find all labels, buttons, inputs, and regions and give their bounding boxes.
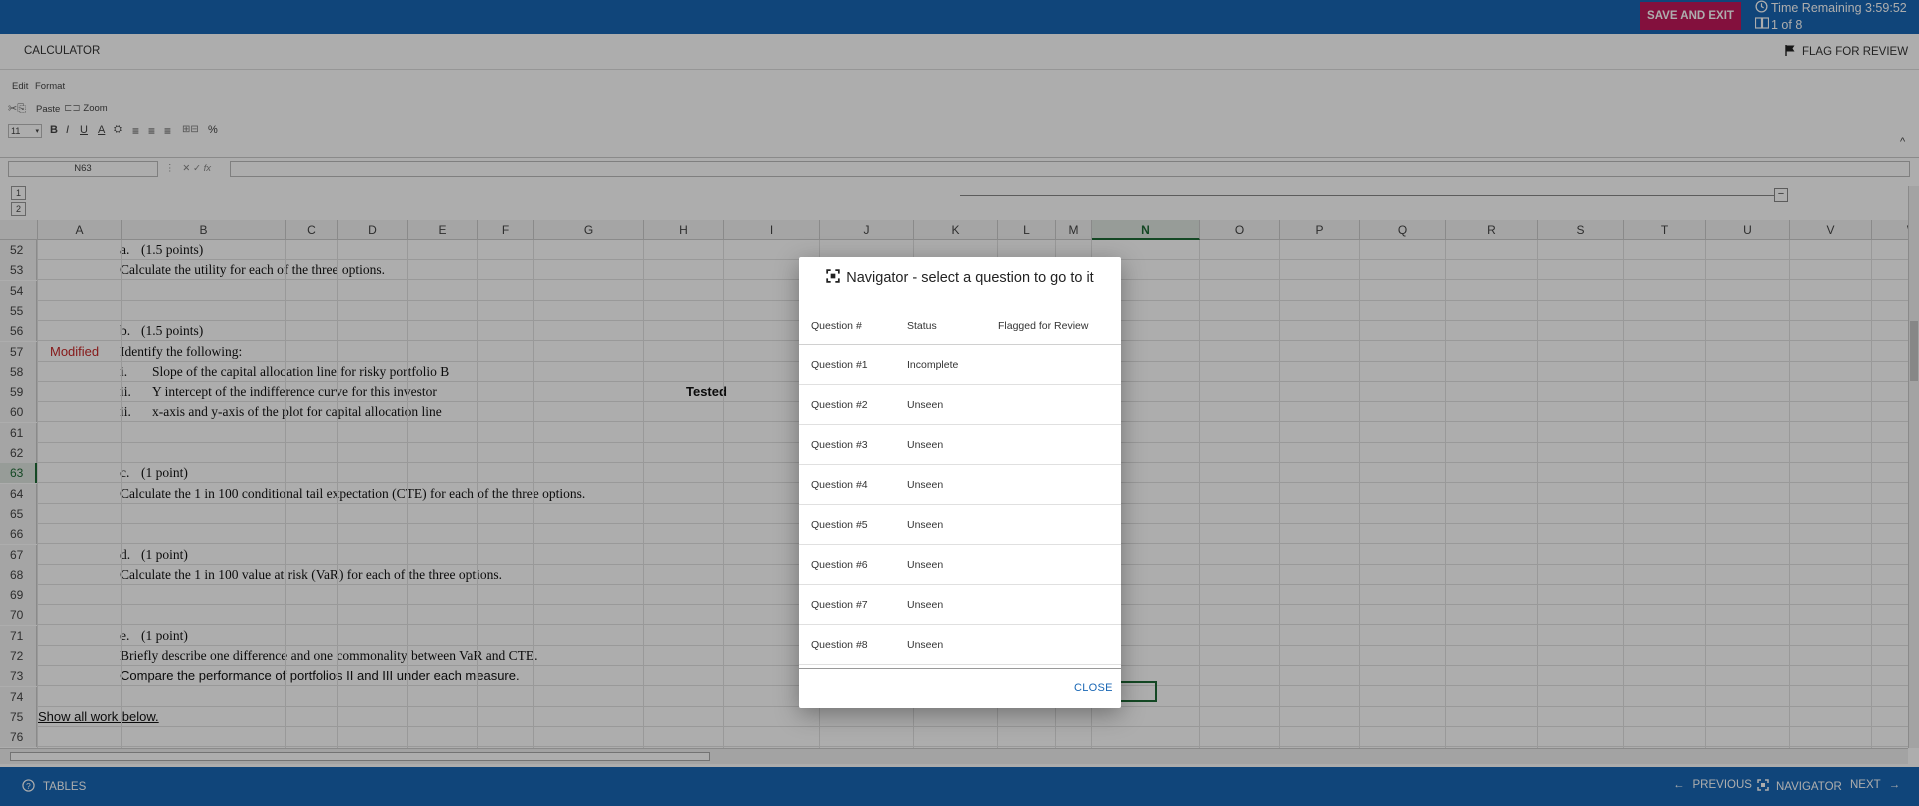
header-question: Question # — [811, 320, 862, 332]
question-label: Question #3 — [811, 439, 868, 451]
question-row[interactable]: Question #2 Unseen — [799, 385, 1121, 425]
modal-title: Navigator - select a question to go to i… — [799, 269, 1121, 287]
close-button[interactable]: CLOSE — [1074, 682, 1113, 694]
question-row[interactable]: Question #1 Incomplete — [799, 345, 1121, 385]
header-status: Status — [907, 320, 937, 332]
question-table-header: Question # Status Flagged for Review — [799, 307, 1121, 345]
question-status: Unseen — [907, 599, 944, 611]
question-status: Unseen — [907, 439, 944, 451]
question-status: Unseen — [907, 559, 944, 571]
question-table: Question # Status Flagged for Review Que… — [799, 307, 1121, 665]
question-label: Question #8 — [811, 639, 868, 651]
question-status: Unseen — [907, 479, 944, 491]
question-status: Unseen — [907, 399, 944, 411]
question-row[interactable]: Question #3 Unseen — [799, 425, 1121, 465]
question-label: Question #4 — [811, 479, 868, 491]
header-flagged: Flagged for Review — [998, 320, 1089, 332]
question-label: Question #2 — [811, 399, 868, 411]
question-row[interactable]: Question #6 Unseen — [799, 545, 1121, 585]
modal-divider — [799, 668, 1121, 669]
question-label: Question #6 — [811, 559, 868, 571]
question-label: Question #1 — [811, 359, 868, 371]
modal-title-text: Navigator - select a question to go to i… — [846, 270, 1094, 286]
question-row[interactable]: Question #4 Unseen — [799, 465, 1121, 505]
question-label: Question #7 — [811, 599, 868, 611]
navigator-icon — [826, 269, 840, 287]
question-rows: Question #1 Incomplete Question #2 Unseen Qu… — [799, 345, 1121, 665]
question-status: Unseen — [907, 639, 944, 651]
question-row[interactable]: Question #5 Unseen — [799, 505, 1121, 545]
question-row[interactable]: Question #8 Unseen — [799, 625, 1121, 665]
question-row[interactable]: Question #7 Unseen — [799, 585, 1121, 625]
question-label: Question #5 — [811, 519, 868, 531]
navigator-modal: Navigator - select a question to go to i… — [799, 257, 1121, 708]
question-status: Incomplete — [907, 359, 959, 371]
question-status: Unseen — [907, 519, 944, 531]
